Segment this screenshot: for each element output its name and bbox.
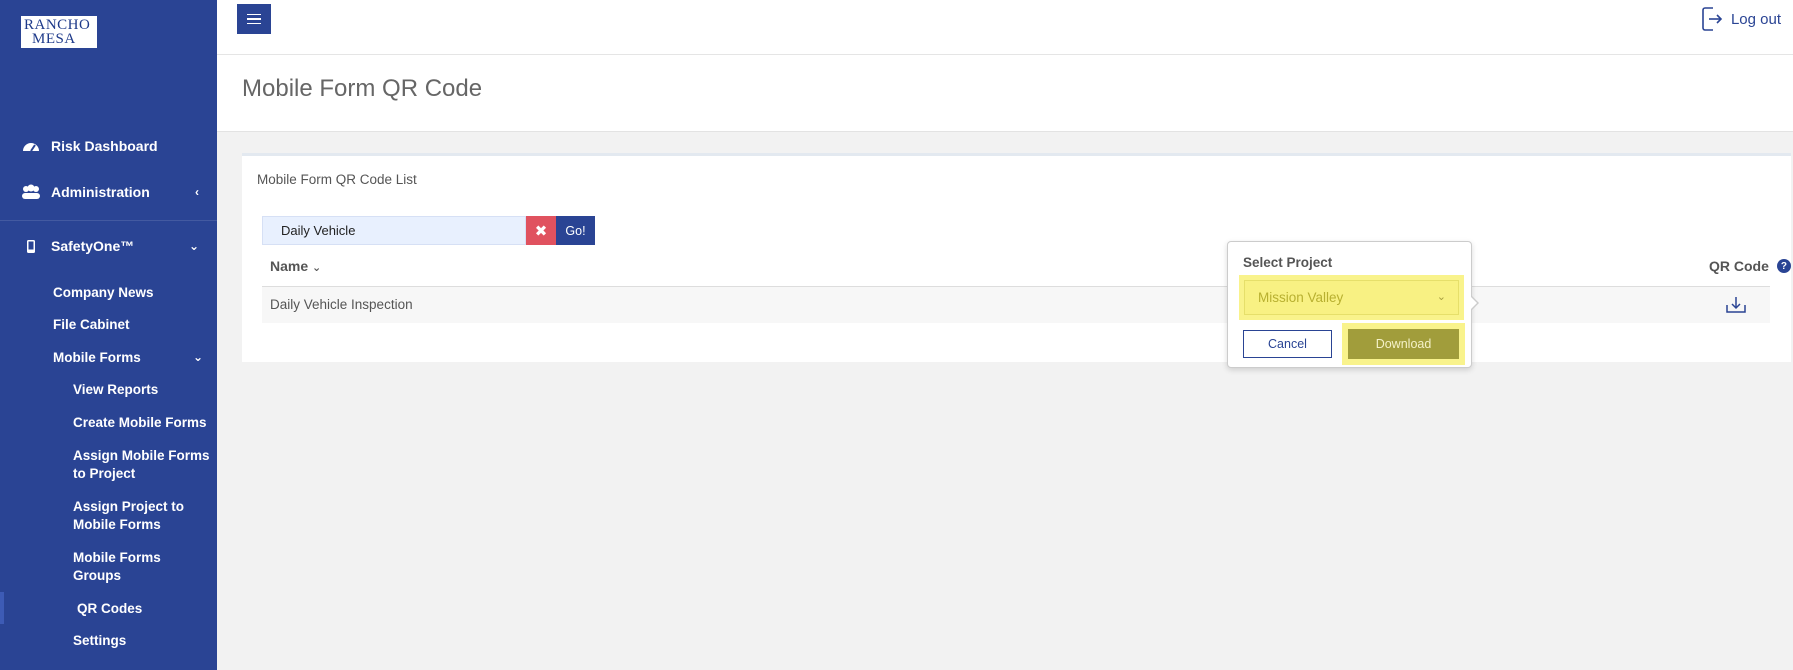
chevron-down-icon: ⌄ [188,239,199,253]
sidebar-item-file-cabinet[interactable]: File Cabinet [53,316,130,334]
sidebar-item-mobile-forms[interactable]: Mobile Forms [53,349,141,367]
sidebar-item-qr-codes[interactable]: QR Codes [77,600,142,618]
chevron-left-icon: ‹ [195,185,199,199]
sidebar-item-label: SafetyOne™ [51,238,135,254]
logout-button[interactable]: Log out [1701,6,1781,32]
project-select-value: Mission Valley [1258,290,1344,305]
close-icon: ✖ [534,222,548,240]
page-title: Mobile Form QR Code [242,75,483,102]
sidebar-item-label: Administration [51,184,150,200]
clear-search-button[interactable]: ✖ [526,216,556,245]
sidebar-item-mobile-forms-groups[interactable]: Mobile Forms Groups [73,549,183,585]
chevron-down-icon: ⌄ [193,350,204,364]
logout-label: Log out [1730,10,1781,28]
download-highlight: Download [1342,323,1465,365]
row-name: Daily Vehicle Inspection [270,297,413,312]
search-input[interactable] [262,216,526,245]
active-indicator [0,592,4,624]
search-bar: ✖ Go! [262,216,595,245]
logo-line-2: MESA [32,31,76,47]
card-title: Mobile Form QR Code List [257,172,417,187]
column-header-name[interactable]: Name ⌄ [270,258,321,274]
sidebar-item-assign-project-to-forms[interactable]: Assign Project to Mobile Forms [73,498,193,534]
sidebar-item-settings[interactable]: Settings [73,632,126,650]
sidebar-item-administration[interactable]: Administration ‹ [0,184,217,200]
divider [0,220,217,221]
hamburger-icon [247,22,261,25]
select-project-popover: Select Project Mission Valley ⌄ Cancel D… [1227,241,1479,368]
hamburger-icon [247,18,261,20]
sidebar-item-risk-dashboard[interactable]: Risk Dashboard [0,138,217,154]
cancel-button[interactable]: Cancel [1243,330,1332,358]
help-icon[interactable]: ? [1776,259,1791,273]
logo-line-1: RANCHO [24,17,91,33]
logout-icon [1702,7,1723,31]
menu-toggle-button[interactable] [237,4,271,34]
popover-title: Select Project [1243,255,1333,270]
sidebar-item-create-mobile-forms[interactable]: Create Mobile Forms [73,414,207,432]
column-header-label: QR Code [1709,258,1769,274]
table-row: Daily Vehicle Inspection [262,287,1770,323]
select-highlight: Mission Valley ⌄ [1239,275,1464,320]
go-button[interactable]: Go! [556,216,595,245]
top-bar: Log out [217,0,1793,55]
chevron-down-icon: ⌄ [1436,291,1446,303]
sidebar: RANCHO MESA Risk Dashboard Administratio… [0,0,217,670]
sidebar-item-label: Risk Dashboard [51,138,158,154]
download-icon[interactable] [1725,295,1747,315]
column-header-qr-code: QR Code ? [1709,258,1791,274]
project-select[interactable]: Mission Valley ⌄ [1244,280,1459,315]
mobile-icon [21,238,41,254]
sidebar-item-assign-forms-to-project[interactable]: Assign Mobile Forms to Project [73,447,213,483]
qr-code-list-card: Mobile Form QR Code List ✖ Go! Name ⌄ QR… [242,153,1791,362]
users-icon [21,184,41,200]
sidebar-item-company-news[interactable]: Company News [53,284,154,302]
sidebar-item-safetyone[interactable]: SafetyOne™ ⌄ [0,238,217,254]
download-button[interactable]: Download [1348,329,1459,359]
page-header: Mobile Form QR Code [217,55,1793,132]
company-logo[interactable]: RANCHO MESA [21,16,97,48]
hamburger-icon [247,13,261,16]
column-header-label: Name [270,258,309,274]
sort-chevron-icon: ⌄ [312,262,322,274]
gauge-icon [21,138,41,154]
sidebar-item-view-reports[interactable]: View Reports [73,381,158,399]
popover-arrow [1470,295,1479,311]
